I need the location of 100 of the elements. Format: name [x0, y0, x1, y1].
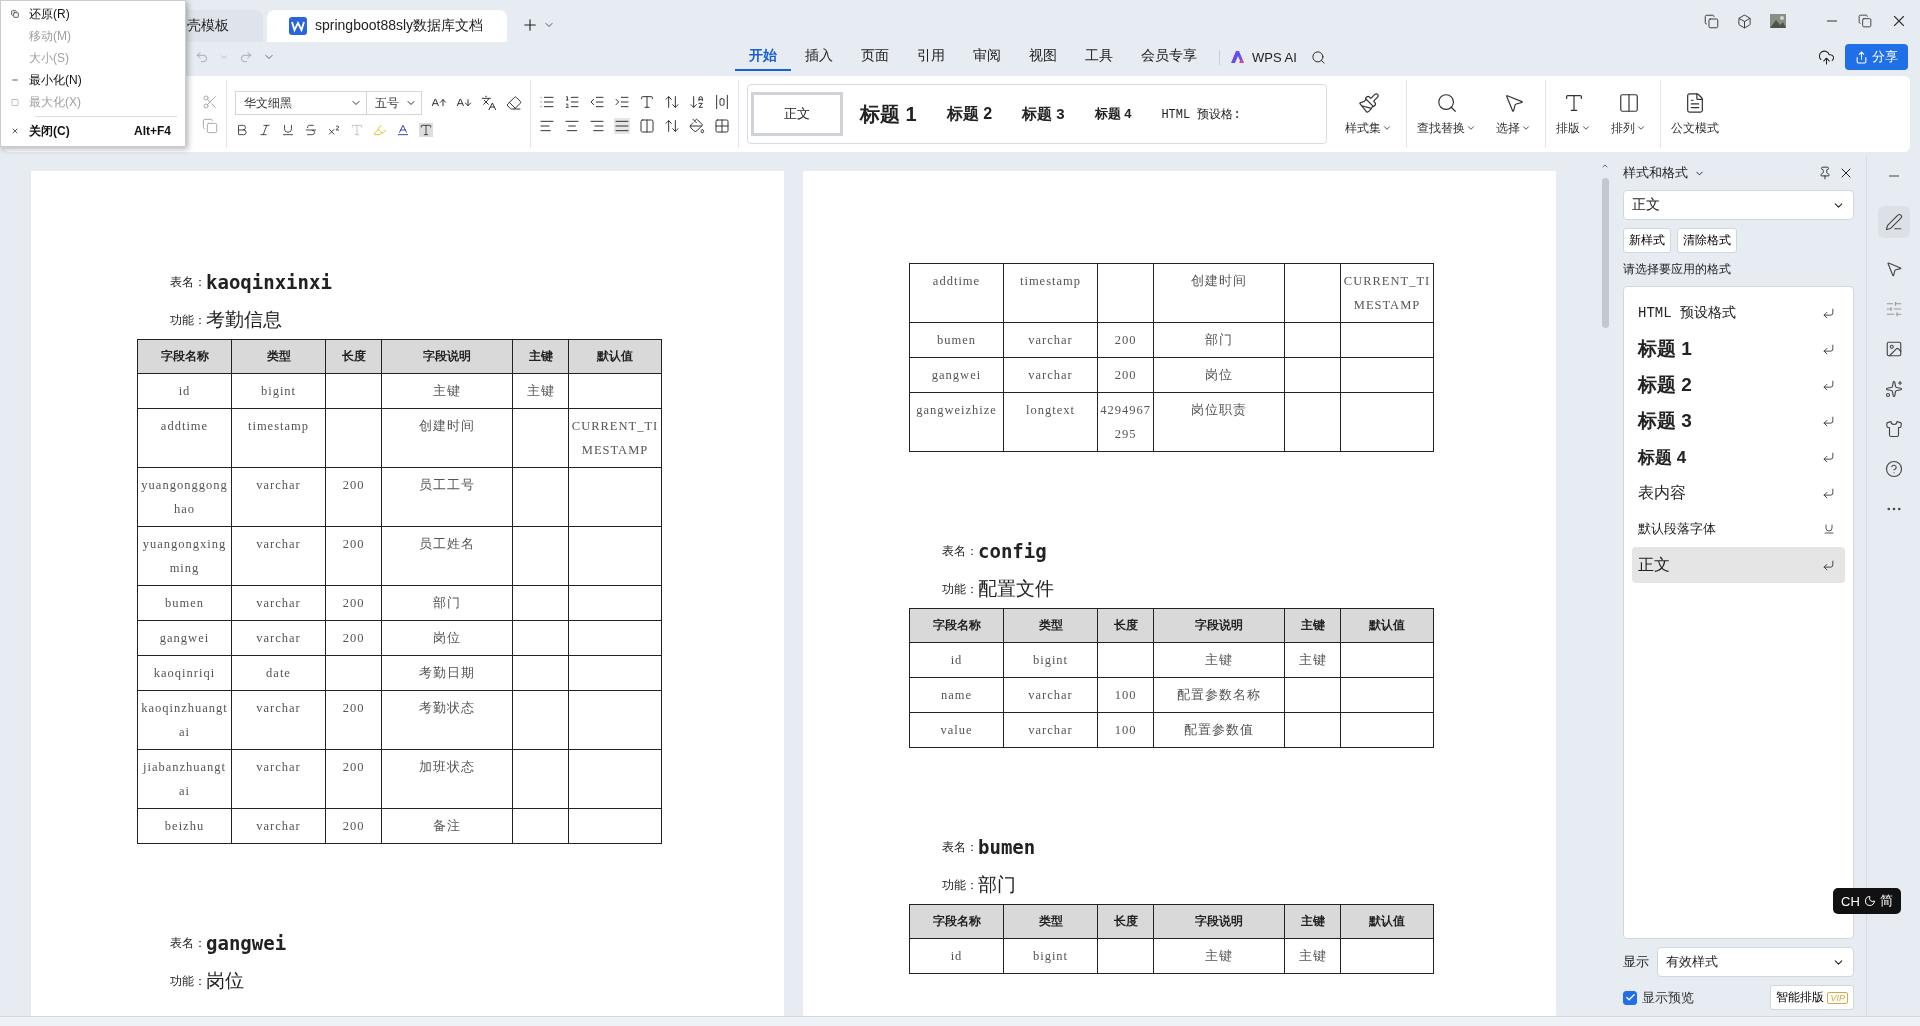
paragraph-mark-icon [1822, 342, 1835, 356]
line-direction-icon[interactable] [664, 94, 680, 110]
sliders-icon[interactable] [1884, 300, 1903, 318]
search-icon[interactable] [1310, 49, 1326, 65]
new-tab-icon[interactable] [521, 16, 539, 34]
style-item[interactable]: 标题 3 [1632, 403, 1845, 439]
table-name: kaoqinxinxi [206, 271, 332, 293]
smart-layout-button[interactable]: 智能排版 VIP [1770, 985, 1854, 1010]
style-option[interactable]: 标题 1 [847, 92, 930, 136]
table-cell: bigint [1003, 642, 1098, 678]
field-label: 表名： [170, 273, 206, 291]
shirt-icon[interactable] [1884, 420, 1903, 438]
style-option[interactable]: 正文 [751, 92, 843, 136]
window-icon[interactable] [1704, 13, 1719, 29]
cube-icon[interactable] [1737, 13, 1752, 29]
shading-icon[interactable] [419, 123, 433, 137]
align-right-icon[interactable] [589, 118, 605, 134]
table-name: config [978, 540, 1047, 562]
style-item[interactable]: 标题 1 [1632, 331, 1845, 367]
show-select[interactable]: 有效样式 [1657, 947, 1854, 977]
cursor-icon[interactable] [1884, 260, 1903, 278]
strikethrough-icon[interactable] [304, 123, 318, 137]
ribbon-tab[interactable]: 审阅 [959, 43, 1015, 71]
style-item[interactable]: 标题 4 [1632, 439, 1845, 475]
preview-checkbox[interactable] [1623, 990, 1637, 1005]
ribbon-button[interactable]: 公文模式 [1661, 80, 1729, 148]
style-item[interactable]: 正文 [1632, 547, 1845, 583]
border-icon[interactable] [714, 118, 730, 134]
font-name-field[interactable]: 华文细黑 [235, 91, 367, 115]
ribbon-tab[interactable]: 引用 [903, 43, 959, 71]
phonetic-icon[interactable] [481, 95, 497, 111]
font-size-field[interactable]: 五号 [366, 91, 422, 115]
style-item[interactable]: HTML 预设格式 [1632, 295, 1845, 331]
style-option[interactable]: 标题 3 [1009, 92, 1078, 136]
ribbon-button[interactable]: 排列 [1601, 80, 1661, 148]
document-tab[interactable]: springboot88sly数据库文档 [267, 10, 507, 42]
table-cell: 200 [1097, 322, 1154, 358]
align-center-icon[interactable] [564, 118, 580, 134]
style-option[interactable]: 标题 4 [1081, 92, 1145, 136]
ribbon-tab[interactable]: 工具 [1071, 43, 1127, 71]
underline-icon[interactable] [281, 123, 295, 137]
indent-icon[interactable] [614, 94, 630, 110]
ribbon-button[interactable]: 排版 [1546, 80, 1601, 148]
style-item[interactable]: 默认段落字体 [1632, 511, 1845, 547]
cloud-upload-icon[interactable] [1818, 48, 1835, 66]
pen-icon[interactable] [1884, 213, 1903, 231]
current-style-select[interactable]: 正文 [1623, 190, 1854, 220]
bold-icon[interactable] [235, 123, 249, 137]
distribute-icon[interactable] [639, 118, 655, 134]
scrollbar-thumb[interactable] [1601, 178, 1609, 328]
document-icon [289, 17, 307, 35]
justify-icon[interactable] [614, 118, 630, 134]
image-icon[interactable] [1884, 340, 1903, 358]
field-label: 表名： [170, 934, 206, 952]
table-cell: varchar [231, 690, 326, 750]
numbered-list-icon[interactable] [564, 94, 580, 110]
sparkles-icon[interactable] [1884, 380, 1903, 398]
column-header: 默认值 [1340, 904, 1434, 939]
align-left-icon[interactable] [539, 118, 555, 134]
paragraph-mark-icon [1822, 378, 1835, 392]
scroll-up-icon[interactable] [1601, 162, 1609, 170]
font-color-icon[interactable] [396, 123, 410, 137]
style-option[interactable]: HTML 预设格: [1148, 92, 1254, 136]
style-item[interactable]: 表内容 [1632, 475, 1845, 511]
tab-icon[interactable] [714, 94, 730, 110]
fill-icon[interactable] [689, 118, 705, 134]
ribbon-tab[interactable]: 开始 [735, 43, 791, 71]
table-cell: gangweizhize [909, 392, 1004, 452]
help-icon[interactable] [1884, 460, 1903, 478]
superscript-icon[interactable] [327, 123, 341, 137]
style-item[interactable]: 标题 2 [1632, 367, 1845, 403]
style-option[interactable]: 标题 2 [933, 92, 1006, 136]
table-cell: 考勤日期 [381, 655, 513, 691]
restore-icon[interactable] [1858, 14, 1872, 28]
paragraph-mark-icon [1822, 306, 1835, 320]
menu-item[interactable]: 最小化(N) [1, 69, 185, 91]
ribbon-button[interactable]: 选择 [1486, 80, 1546, 148]
eraser-icon[interactable] [506, 95, 522, 111]
panel-button[interactable]: 清除格式 [1677, 228, 1737, 253]
line-spacing-icon[interactable] [664, 118, 680, 134]
column-header: 类型 [1003, 904, 1098, 939]
sort-icon[interactable] [689, 94, 705, 110]
panel-button[interactable]: 新样式 [1623, 228, 1671, 253]
pin-icon[interactable] [1818, 166, 1832, 180]
table-cell: varchar [1003, 712, 1098, 748]
italic-icon[interactable] [258, 123, 272, 137]
close-icon [11, 126, 19, 136]
input-method-indicator[interactable]: CH 简 [1833, 888, 1901, 914]
ribbon-tab[interactable]: 会员专享 [1127, 43, 1211, 71]
bullet-list-icon[interactable] [539, 94, 555, 110]
ribbon-button[interactable]: 查找替换 [1407, 80, 1486, 148]
table-cell: longtext [1003, 392, 1098, 452]
menu-item[interactable]: 关闭(C) Alt+F4 [1, 120, 185, 142]
ribbon-tab[interactable]: 插入 [791, 43, 847, 71]
share-button[interactable]: 分享 [1845, 44, 1908, 70]
ai-button[interactable]: WPS AI [1219, 49, 1307, 65]
ribbon-tab[interactable]: 页面 [847, 43, 903, 71]
ribbon-tab[interactable]: 视图 [1015, 43, 1071, 71]
ribbon-button[interactable]: 样式集 [1335, 80, 1407, 148]
outdent-icon[interactable] [589, 94, 605, 110]
